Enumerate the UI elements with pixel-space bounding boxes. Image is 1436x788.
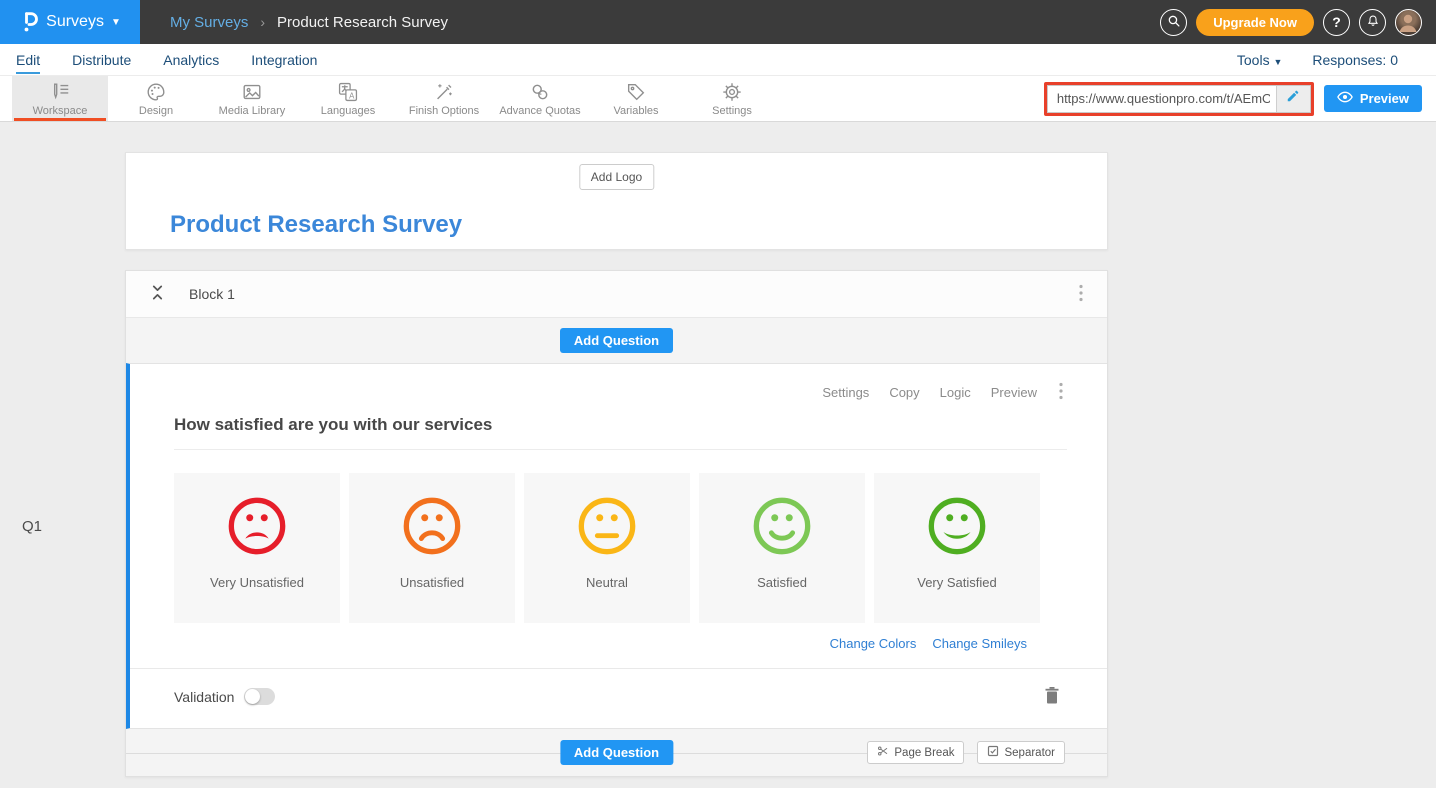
validation-label: Validation <box>174 689 234 705</box>
very-unsatisfied-smiley-icon <box>226 495 288 557</box>
change-colors-link[interactable]: Change Colors <box>830 636 917 651</box>
chain-links-icon <box>529 81 551 103</box>
delete-question-button[interactable] <box>1043 685 1061 709</box>
trash-icon <box>1045 692 1059 707</box>
tab-integration[interactable]: Integration <box>251 46 317 74</box>
bell-icon <box>1366 14 1380 31</box>
question-card: Settings Copy Logic Preview How satisfie… <box>126 363 1107 729</box>
question-menu-button[interactable] <box>1057 380 1065 405</box>
help-button[interactable]: ? <box>1323 9 1350 36</box>
survey-url-input[interactable] <box>1048 86 1276 112</box>
notifications-button[interactable] <box>1359 9 1386 36</box>
unsatisfied-smiley-icon <box>401 495 463 557</box>
gear-icon <box>721 81 743 103</box>
chevron-down-icon: ▼ <box>1273 57 1282 67</box>
question-logic-link[interactable]: Logic <box>940 385 971 400</box>
wand-icon <box>433 81 455 103</box>
image-icon <box>241 81 263 103</box>
question-title-row: How satisfied are you with our services <box>174 415 1067 450</box>
toolbar-item-languages[interactable]: A Languages <box>300 76 396 121</box>
search-icon <box>1167 14 1181 31</box>
add-logo-button[interactable]: Add Logo <box>579 164 654 190</box>
validation-row: Validation <box>130 669 1107 724</box>
svg-text:A: A <box>349 91 355 100</box>
user-avatar[interactable] <box>1395 9 1422 36</box>
tag-icon <box>625 81 647 103</box>
subnav-tabs: Edit Distribute Analytics Integration <box>16 46 317 74</box>
palette-icon <box>145 81 167 103</box>
block-container: Block 1 Add Question Settings Copy Logic… <box>125 270 1108 777</box>
survey-header-card: Add Logo Product Research Survey <box>125 152 1108 250</box>
survey-title[interactable]: Product Research Survey <box>170 211 462 239</box>
translate-icon: A <box>337 81 359 103</box>
questionpro-logo-icon <box>19 11 39 33</box>
question-title[interactable]: How satisfied are you with our services <box>174 415 492 434</box>
toolbar-item-settings[interactable]: Settings <box>684 76 780 121</box>
toolbar-item-variables[interactable]: Variables <box>588 76 684 121</box>
smiley-option-satisfied[interactable]: Satisfied <box>699 473 865 623</box>
block-menu-button[interactable] <box>1077 282 1085 307</box>
eye-icon <box>1337 91 1353 106</box>
question-settings-link[interactable]: Settings <box>822 385 869 400</box>
toolbar-item-media-library[interactable]: Media Library <box>204 76 300 121</box>
block-title: Block 1 <box>189 286 235 302</box>
upgrade-now-button[interactable]: Upgrade Now <box>1196 9 1314 36</box>
add-question-button-top[interactable]: Add Question <box>560 328 673 353</box>
collapse-block-button[interactable] <box>150 284 165 304</box>
question-copy-link[interactable]: Copy <box>889 385 919 400</box>
kebab-icon <box>1079 284 1083 305</box>
change-smileys-link[interactable]: Change Smileys <box>932 636 1027 651</box>
breadcrumb: My Surveys › Product Research Survey <box>140 14 448 31</box>
top-header: Surveys ▼ My Surveys › Product Research … <box>0 0 1436 44</box>
block-header: Block 1 <box>126 271 1107 318</box>
chevron-down-icon: ▼ <box>111 17 121 28</box>
add-question-strip-top: Add Question <box>126 318 1107 363</box>
validation-toggle[interactable] <box>244 688 275 705</box>
tools-dropdown[interactable]: Tools ▼ <box>1237 52 1283 68</box>
kebab-icon <box>1059 382 1063 403</box>
smiley-option-very-unsatisfied[interactable]: Very Unsatisfied <box>174 473 340 623</box>
checkbox-check-icon <box>987 745 999 760</box>
very-satisfied-smiley-icon <box>926 495 988 557</box>
pencil-icon <box>1286 89 1300 108</box>
survey-subnav: Edit Distribute Analytics Integration To… <box>0 44 1436 76</box>
edit-url-button[interactable] <box>1276 86 1310 112</box>
workspace-canvas: Q1 Add Logo Product Research Survey Bloc… <box>0 122 1436 788</box>
change-links: Change Colors Change Smileys <box>130 636 1027 651</box>
add-question-button-bottom[interactable]: Add Question <box>560 740 673 765</box>
smiley-options: Very Unsatisfied Unsatisfied Neutral <box>174 473 1107 623</box>
smiley-option-unsatisfied[interactable]: Unsatisfied <box>349 473 515 623</box>
workspace-icon <box>49 81 71 103</box>
question-number-label: Q1 <box>22 518 42 535</box>
tab-analytics[interactable]: Analytics <box>163 46 219 74</box>
url-annotation-highlight <box>1044 82 1314 116</box>
block-footer: Add Question Page Break Separator <box>126 729 1107 776</box>
preview-button[interactable]: Preview <box>1324 85 1422 112</box>
scissors-icon <box>877 745 889 760</box>
breadcrumb-my-surveys[interactable]: My Surveys <box>170 14 248 31</box>
product-label: Surveys <box>46 13 104 31</box>
smiley-option-very-satisfied[interactable]: Very Satisfied <box>874 473 1040 623</box>
editor-toolbar: Workspace Design Media Library A Languag… <box>0 76 1436 122</box>
page-break-button[interactable]: Page Break <box>867 741 964 764</box>
question-menu: Settings Copy Logic Preview <box>130 364 1107 405</box>
toolbar-item-finish-options[interactable]: Finish Options <box>396 76 492 121</box>
tab-distribute[interactable]: Distribute <box>72 46 131 74</box>
header-actions: Upgrade Now ? <box>1160 9 1436 36</box>
responses-count[interactable]: Responses: 0 <box>1312 52 1398 68</box>
surveys-menu[interactable]: Surveys ▼ <box>0 0 140 44</box>
search-button[interactable] <box>1160 9 1187 36</box>
collapse-icon <box>150 284 165 304</box>
tab-edit[interactable]: Edit <box>16 46 40 74</box>
toolbar-item-workspace[interactable]: Workspace <box>12 76 108 121</box>
toolbar-item-advance-quotas[interactable]: Advance Quotas <box>492 76 588 121</box>
separator-button[interactable]: Separator <box>977 741 1065 764</box>
toolbar-item-design[interactable]: Design <box>108 76 204 121</box>
smiley-option-neutral[interactable]: Neutral <box>524 473 690 623</box>
breadcrumb-separator-icon: › <box>260 14 265 30</box>
breadcrumb-current: Product Research Survey <box>277 14 448 31</box>
satisfied-smiley-icon <box>751 495 813 557</box>
neutral-smiley-icon <box>576 495 638 557</box>
question-preview-link[interactable]: Preview <box>991 385 1037 400</box>
